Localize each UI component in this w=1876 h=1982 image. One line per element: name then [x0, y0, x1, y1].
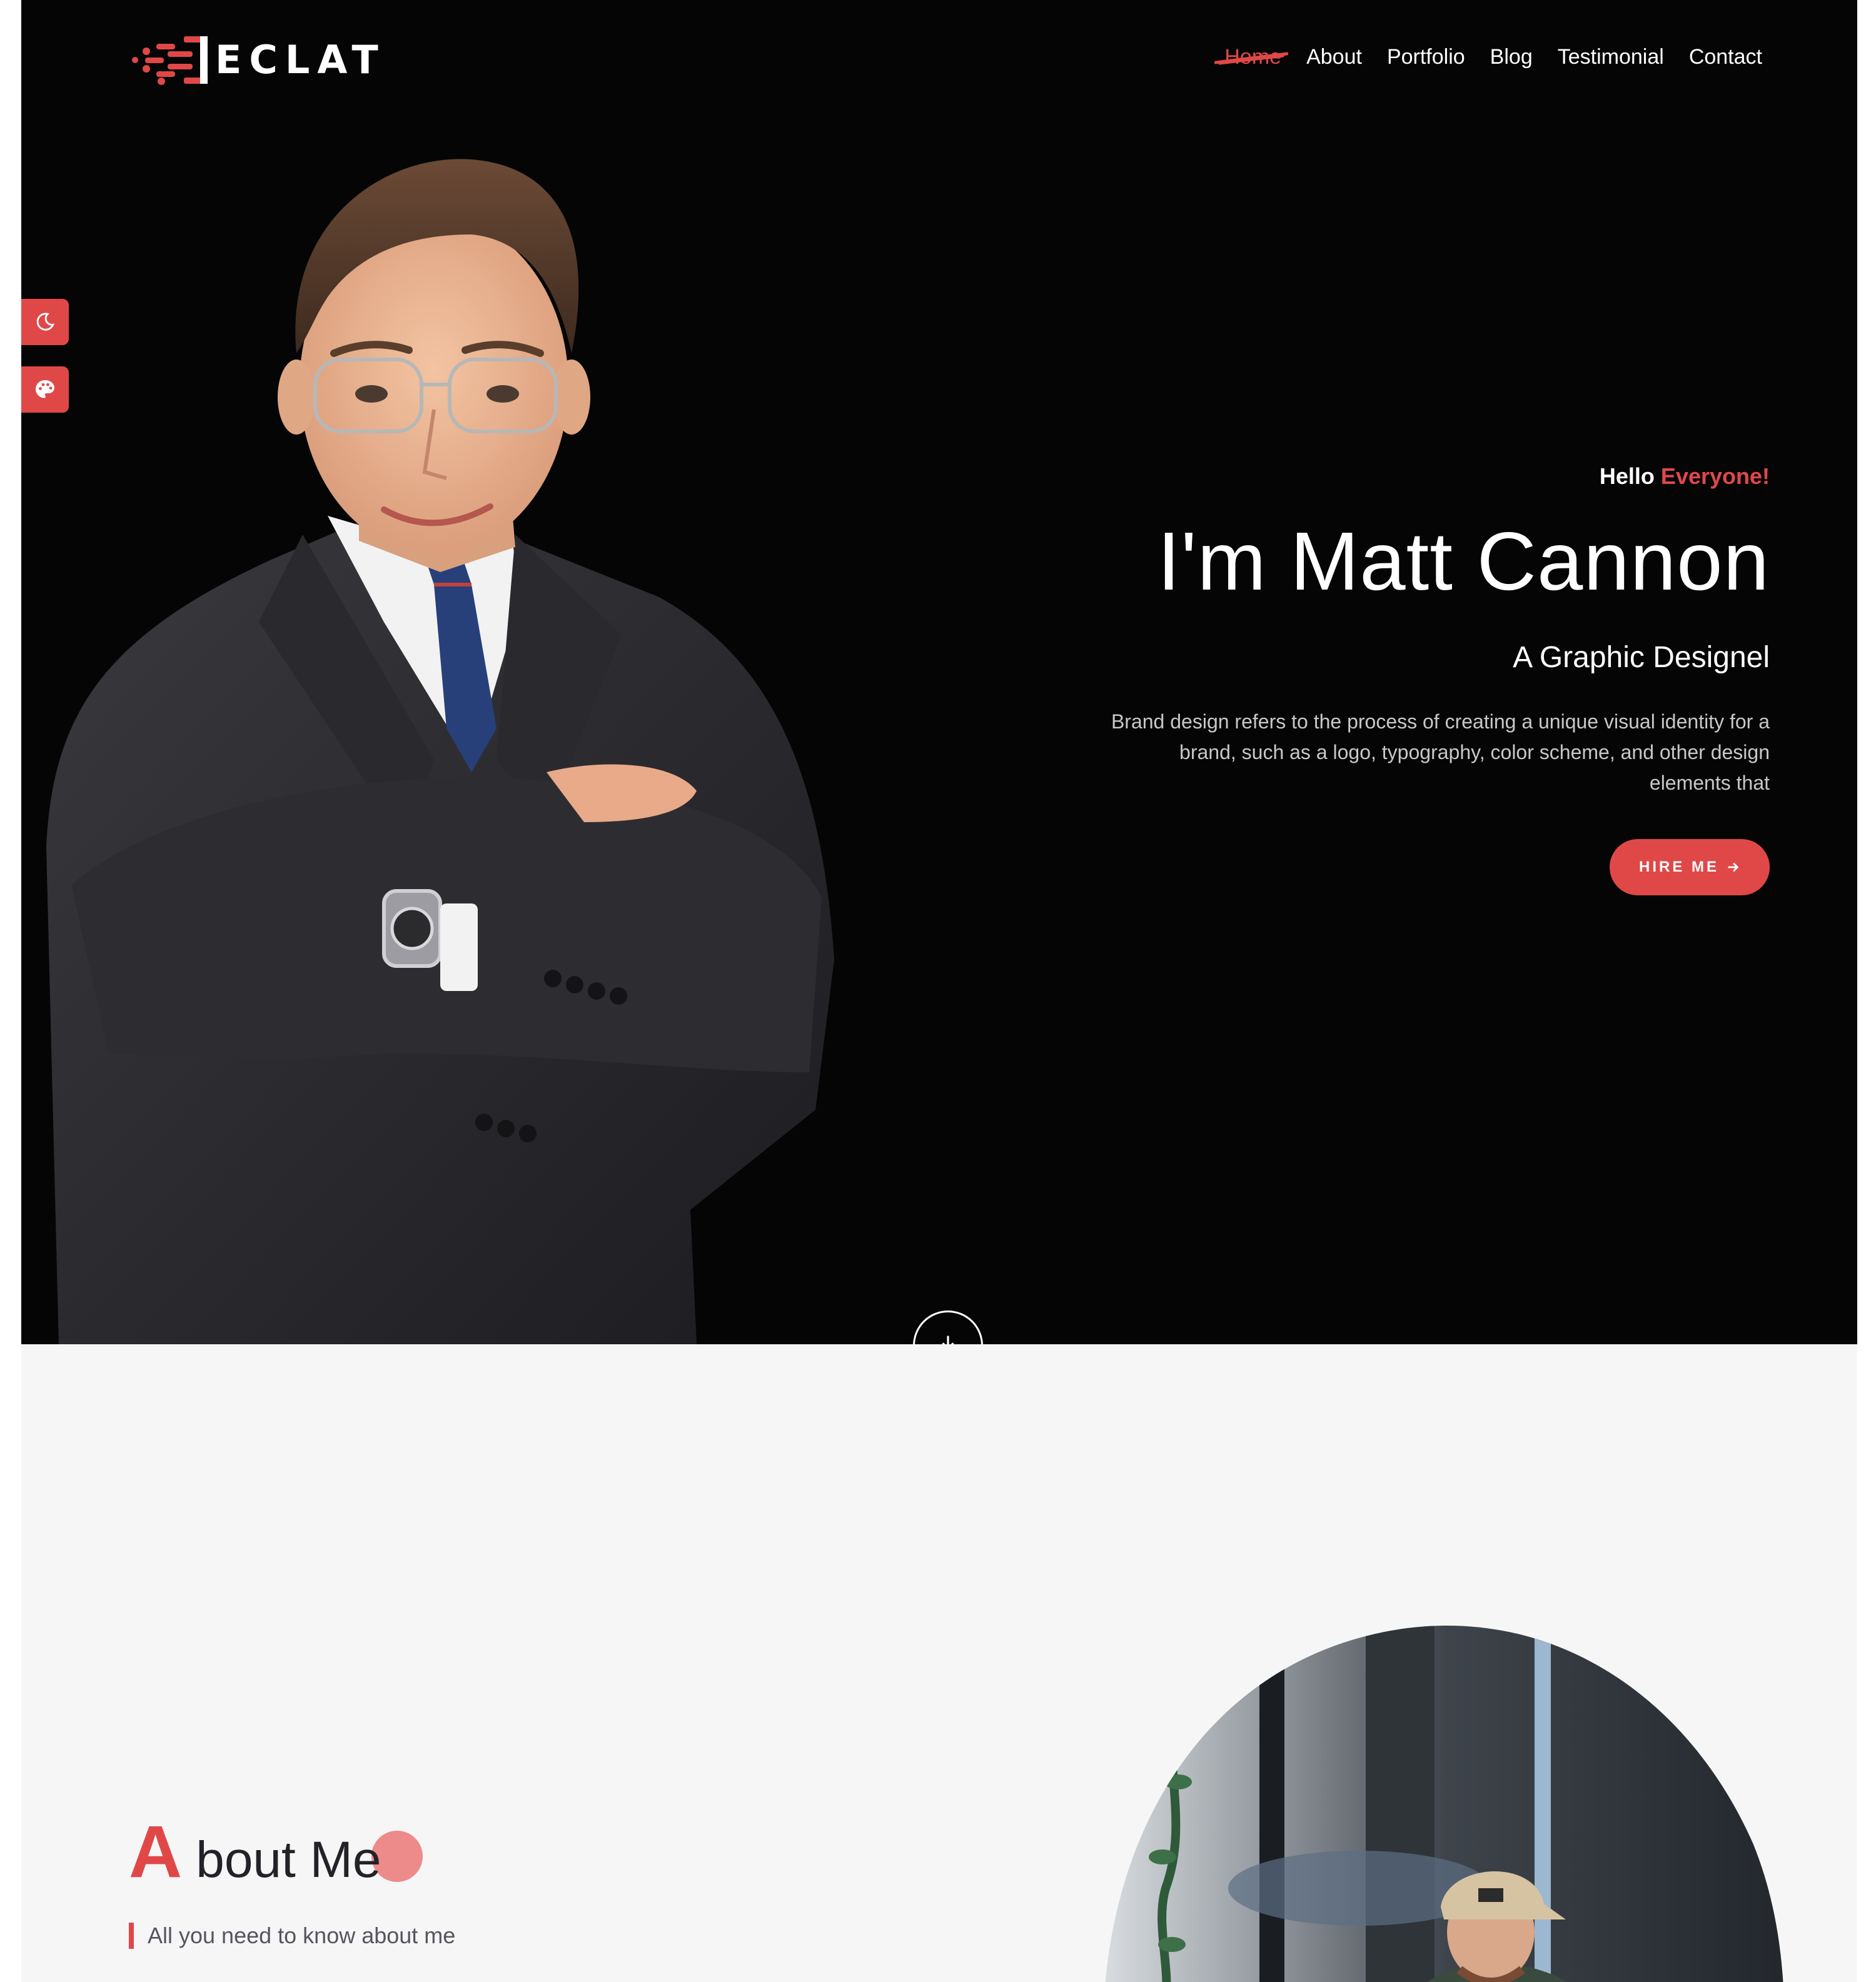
nav-item-testimonial[interactable]: Testimonial	[1558, 43, 1664, 71]
scroll-down-button[interactable]	[913, 1310, 983, 1344]
hero-portrait	[46, 159, 834, 1344]
nav-item-contact[interactable]: Contact	[1689, 43, 1762, 71]
greeting-accent: Everyone!	[1660, 463, 1770, 489]
hero-role: A Graphic Designel	[1513, 641, 1770, 674]
nav-item-home[interactable]: Home	[1214, 43, 1289, 71]
about-title-initial: A	[129, 1811, 183, 1893]
greeting-text: Hello	[1599, 463, 1655, 489]
brand-name: ECLAT	[215, 37, 386, 83]
about-photo	[1103, 1625, 1785, 1982]
page: ECLAT Home About Portfolio Blog Testimon…	[21, 0, 1857, 1982]
hire-me-label: HIRE ME	[1638, 858, 1719, 875]
brand-logo[interactable]: ECLAT	[131, 33, 394, 88]
about-subtitle: All you need to know about me	[129, 1923, 455, 1949]
about-title-rest: bout Me	[196, 1831, 381, 1888]
arrow-down-icon	[942, 1336, 954, 1344]
active-underline-icon	[1214, 52, 1289, 65]
nav-item-portfolio[interactable]: Portfolio	[1387, 43, 1465, 71]
about-title: About Me	[129, 1814, 381, 1902]
main-nav: Home About Portfolio Blog Testimonial Co…	[1199, 43, 1762, 71]
logo-mark-icon	[132, 36, 208, 85]
hire-me-button[interactable]: HIRE ME	[1610, 839, 1770, 895]
hero-section: ECLAT Home About Portfolio Blog Testimon…	[21, 0, 1857, 1344]
nav-item-blog[interactable]: Blog	[1490, 43, 1533, 71]
about-section: About Me All you need to know about me	[21, 1344, 1857, 1982]
nav-item-about[interactable]: About	[1306, 43, 1362, 71]
hero-name: I'm Matt Cannon	[1157, 515, 1770, 607]
hero-description: Brand design refers to the process of cr…	[1111, 710, 1770, 794]
arrow-right-icon	[1728, 863, 1738, 872]
hero-greeting: Hello Everyone!	[1600, 461, 1770, 491]
